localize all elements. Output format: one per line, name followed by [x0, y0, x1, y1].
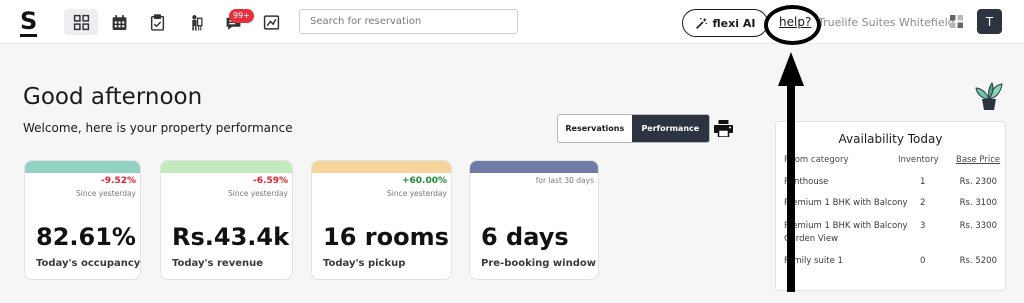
room-category: Family suite 1	[784, 256, 843, 266]
pickup-change: +60.00%	[401, 176, 447, 186]
prebooking-period: for last 30 days	[535, 176, 594, 185]
occupancy-period: Since yesterday	[76, 189, 136, 198]
revenue-value: Rs.43.4k	[172, 223, 290, 251]
app-logo[interactable]: S	[20, 8, 38, 37]
flexi-ai-button[interactable]: flexi AI	[682, 9, 768, 37]
flexi-ai-label: flexi AI	[712, 16, 756, 30]
revenue-label: Today's revenue	[172, 258, 264, 269]
help-link[interactable]: help?	[779, 15, 811, 29]
room-inventory: 2	[920, 198, 926, 208]
room-price: Rs. 2300	[959, 177, 997, 187]
occupancy-value: 82.61%	[36, 223, 136, 251]
calendar-icon[interactable]	[102, 9, 136, 35]
card-accent-bar	[312, 161, 451, 173]
column-base-price[interactable]: Base Price	[956, 155, 1000, 165]
top-bar: S 99+ flexi AI help? Truelife Suites Whi…	[0, 0, 1024, 45]
clipboard-icon[interactable]	[140, 9, 174, 35]
bellboy-icon[interactable]	[178, 9, 212, 35]
occupancy-card[interactable]: -9.52% Since yesterday 82.61% Today's oc…	[24, 160, 141, 280]
room-price: Rs. 3100	[959, 198, 997, 208]
prebooking-value: 6 days	[481, 223, 569, 251]
dashboard-icon[interactable]	[64, 9, 98, 35]
occupancy-change: -9.52%	[101, 176, 136, 186]
chart-icon[interactable]	[254, 9, 288, 35]
availability-panel: Availability Today Room category Invento…	[775, 121, 1006, 291]
card-accent-bar	[25, 161, 140, 173]
room-inventory: 3	[920, 221, 926, 231]
notification-badge: 99+	[229, 9, 254, 23]
print-icon[interactable]	[714, 120, 733, 137]
plant-icon	[975, 81, 1003, 110]
tab-performance[interactable]: Performance	[631, 115, 709, 142]
revenue-period: Since yesterday	[228, 189, 288, 198]
page-subtitle: Welcome, here is your property performan…	[23, 121, 293, 135]
room-inventory: 1	[920, 177, 926, 187]
search-input[interactable]	[299, 9, 518, 34]
prebooking-label: Pre-booking window	[481, 258, 596, 269]
room-category: Penthouse	[784, 177, 829, 187]
pickup-card[interactable]: +60.00% Since yesterday 16 rooms Today's…	[311, 160, 452, 280]
room-price: Rs. 3300	[959, 221, 997, 231]
column-inventory: Inventory	[898, 155, 939, 165]
user-avatar[interactable]: T	[977, 9, 1002, 34]
room-price: Rs. 5200	[959, 256, 997, 266]
prebooking-card[interactable]: for last 30 days 6 days Pre-booking wind…	[469, 160, 599, 280]
revenue-card[interactable]: -6.59% Since yesterday Rs.43.4k Today's …	[160, 160, 293, 280]
view-toggle: Reservations Performance	[557, 114, 710, 143]
column-room-category: Room category	[784, 155, 849, 165]
pickup-period: Since yesterday	[387, 189, 447, 198]
tab-reservations[interactable]: Reservations	[558, 115, 632, 142]
occupancy-label: Today's occupancy	[36, 258, 141, 269]
availability-title: Availability Today	[838, 132, 943, 146]
card-accent-bar	[161, 161, 292, 173]
revenue-change: -6.59%	[253, 176, 288, 186]
magic-wand-icon	[695, 17, 707, 29]
apps-grid-icon[interactable]	[950, 15, 963, 28]
greeting-title: Good afternoon	[23, 84, 203, 110]
pickup-label: Today's pickup	[323, 258, 406, 269]
room-category: Premium 1 BHK with Balcony	[784, 198, 908, 208]
property-name[interactable]: Truelife Suites Whitefield	[818, 16, 955, 29]
card-accent-bar	[470, 161, 598, 173]
room-inventory: 0	[920, 256, 926, 266]
room-category: Premium 1 BHK with Balcony Garden View	[784, 221, 908, 244]
pickup-value: 16 rooms	[323, 223, 449, 251]
